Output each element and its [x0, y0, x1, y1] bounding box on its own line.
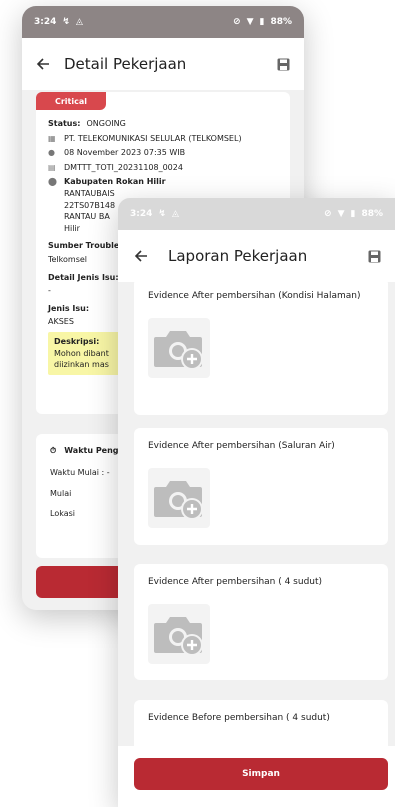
battery-icon: ▮: [350, 209, 356, 219]
bottom-bar: Simpan: [118, 746, 395, 807]
building-icon: ▦: [48, 133, 56, 143]
ticket-id: DMTTT_TOTI_20231108_0024: [64, 162, 183, 172]
wifi-icon: ▼: [246, 17, 254, 27]
company-name: PT. TELEKOMUNIKASI SELULAR (TELKOMSEL): [64, 133, 242, 143]
evidence-card: Evidence After pembersihan (Saluran Air): [134, 428, 388, 545]
status-row: Status: ONGOING: [48, 118, 284, 130]
wifi-icon: ▼: [337, 209, 345, 219]
evidence-card: Evidence After pembersihan ( 4 sudut): [134, 564, 388, 680]
battery-icon: ▮: [259, 17, 265, 27]
notification-icon: ◬: [75, 17, 83, 27]
status-time: 3:24: [130, 209, 153, 219]
page-title: Detail Pekerjaan: [64, 55, 187, 73]
evidence-label: Evidence After pembersihan (Saluran Air): [148, 441, 335, 451]
mulai-label: Mulai: [50, 488, 72, 498]
status-label: Status:: [48, 119, 81, 128]
document-icon: ▤: [48, 162, 56, 172]
add-photo-button[interactable]: [148, 603, 210, 664]
evidence-card: Evidence After pembersihan (Kondisi Hala…: [134, 278, 388, 415]
status-bar: 3:24 ↯ ◬ ⊘ ▼ ▮ 88%: [118, 198, 395, 230]
simpan-button[interactable]: Simpan: [134, 758, 388, 790]
app-bar: Detail Pekerjaan: [22, 38, 304, 90]
clock-icon: ●: [48, 148, 55, 158]
datetime-row: ● 08 November 2023 07:35 WIB: [48, 147, 284, 159]
mute-icon: ⊘: [233, 17, 241, 27]
datetime-value: 08 November 2023 07:35 WIB: [64, 148, 186, 158]
ticket-row: ▤ DMTTT_TOTI_20231108_0024: [48, 162, 284, 174]
evidence-label: Evidence Before pembersihan ( 4 sudut): [148, 713, 330, 723]
waktu-title: Waktu Peng: [64, 446, 119, 455]
save-icon[interactable]: [277, 58, 290, 71]
region-name: Kabupaten Rokan Hilir: [64, 177, 166, 187]
battery-level: 88%: [270, 17, 292, 27]
location-pin-icon: ⬤: [48, 177, 57, 187]
camera-plus-icon: [154, 480, 203, 520]
lokasi-label: Lokasi: [50, 509, 75, 519]
mute-icon: ⊘: [324, 209, 332, 219]
priority-badge: Critical: [36, 92, 106, 110]
add-photo-button[interactable]: [148, 317, 210, 378]
page-title: Laporan Pekerjaan: [168, 247, 308, 265]
back-arrow-icon[interactable]: [134, 249, 148, 263]
company-row: ▦ PT. TELEKOMUNIKASI SELULAR (TELKOMSEL): [48, 133, 284, 145]
app-bar: Laporan Pekerjaan: [118, 230, 395, 282]
status-value: ONGOING: [86, 119, 126, 128]
call-icon: ↯: [62, 17, 70, 27]
add-photo-button[interactable]: [148, 467, 210, 528]
camera-plus-icon: [154, 616, 203, 656]
notification-icon: ◬: [171, 209, 179, 219]
camera-plus-icon: [154, 330, 203, 370]
laporan-pekerjaan-screen: 3:24 ↯ ◬ ⊘ ▼ ▮ 88% Laporan Pekerjaan Evi…: [118, 198, 395, 807]
save-icon[interactable]: [368, 250, 381, 263]
back-arrow-icon[interactable]: [36, 57, 50, 71]
battery-level: 88%: [361, 209, 383, 219]
stopwatch-icon: ⏱: [50, 446, 57, 455]
status-bar: 3:24 ↯ ◬ ⊘ ▼ ▮ 88%: [22, 6, 304, 38]
waktu-mulai: Waktu Mulai : -: [50, 468, 110, 478]
status-time: 3:24: [34, 17, 57, 27]
call-icon: ↯: [158, 209, 166, 219]
evidence-label: Evidence After pembersihan (Kondisi Hala…: [148, 291, 361, 301]
evidence-label: Evidence After pembersihan ( 4 sudut): [148, 577, 323, 587]
